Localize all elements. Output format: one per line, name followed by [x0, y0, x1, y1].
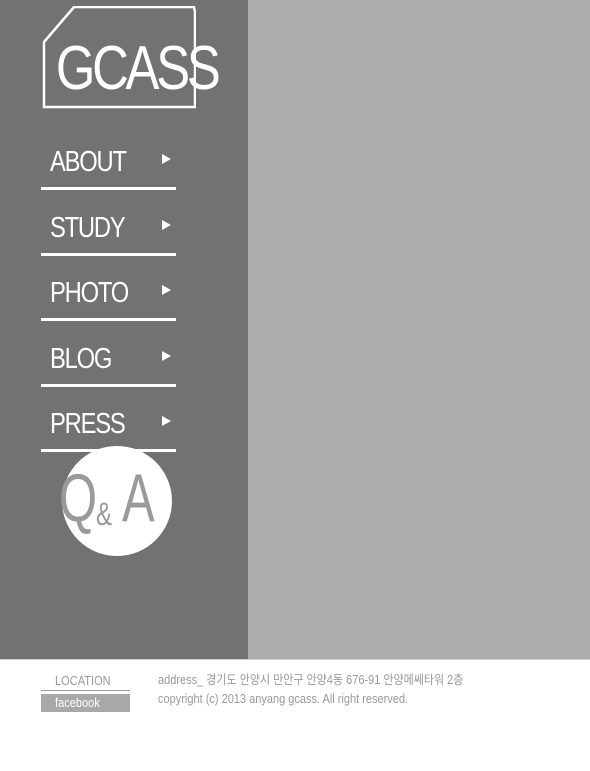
- arrow-right-icon: [162, 154, 171, 164]
- content-panel: [248, 0, 590, 659]
- location-underline: [41, 690, 130, 691]
- qa-ampersand: &: [96, 496, 113, 532]
- nav-item-label: ABOUT: [50, 146, 127, 178]
- location-link-label: LOCATION: [55, 673, 111, 688]
- nav-item-photo[interactable]: PHOTO: [41, 269, 176, 321]
- nav-item-blog[interactable]: BLOG: [41, 335, 176, 387]
- logo-text: GCASS: [55, 34, 221, 103]
- nav-item-label: STUDY: [50, 211, 126, 244]
- facebook-link[interactable]: facebook: [41, 694, 130, 712]
- nav-item-label: PHOTO: [50, 277, 129, 309]
- footer-copyright: copyright (c) 2013 anyang gcass. All rig…: [158, 692, 409, 706]
- nav-item-study[interactable]: STUDY: [41, 204, 176, 256]
- qa-button[interactable]: Q & A: [59, 446, 172, 556]
- facebook-link-label: facebook: [55, 695, 100, 710]
- arrow-right-icon: [162, 350, 171, 361]
- footer-divider: [0, 659, 590, 660]
- nav-item-press[interactable]: PRESS: [41, 400, 176, 452]
- arrow-right-icon: [162, 219, 171, 230]
- nav-item-label: PRESS: [50, 408, 126, 440]
- nav-item-label: BLOG: [50, 342, 112, 375]
- nav-item-about[interactable]: ABOUT: [41, 138, 176, 190]
- main-nav: ABOUT STUDY PHOTO BLOG PRESS: [41, 138, 176, 466]
- qa-letter-a: A: [122, 460, 155, 536]
- arrow-right-icon: [162, 285, 171, 295]
- qa-letter-q: Q: [59, 460, 98, 536]
- arrow-right-icon: [162, 416, 171, 426]
- footer-address: address_ 경기도 안양시 만안구 안양4동 676-91 안양메쎄타워 …: [158, 673, 464, 687]
- gcass-logo[interactable]: GCASS: [42, 6, 221, 109]
- location-link[interactable]: LOCATION: [41, 673, 130, 689]
